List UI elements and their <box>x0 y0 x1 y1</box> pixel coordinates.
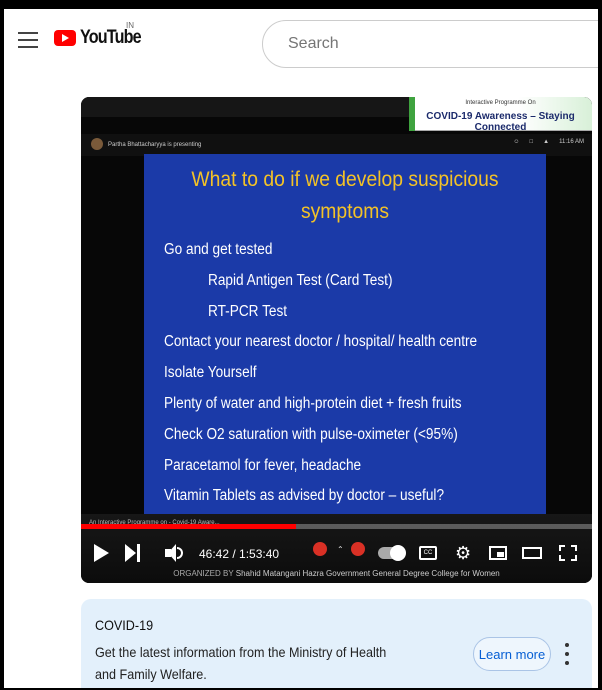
slide-title-line2: symptoms <box>300 200 390 223</box>
slide-point: Plenty of water and high-protein diet + … <box>164 394 462 412</box>
slide-title: What to do if we develop suspicious symp… <box>160 164 530 228</box>
info-panel: COVID-19 Get the latest information from… <box>81 599 592 688</box>
country-code: IN <box>126 21 134 30</box>
presenter-label: Partha Bhattacharyya is presenting <box>108 142 202 148</box>
theater-mode-icon[interactable] <box>522 547 542 559</box>
slide-point: Contact your nearest doctor / hospital/ … <box>164 333 478 351</box>
more-options-icon[interactable] <box>564 643 570 665</box>
chat-icon: □ <box>529 139 534 145</box>
fullscreen-icon[interactable] <box>559 545 577 561</box>
organizer-prefix: ORGANIZED BY <box>173 569 234 578</box>
info-text: Get the latest information from the Mini… <box>95 644 387 682</box>
meeting-controls: ☺ □ ▲ 11:16 AM <box>513 139 584 145</box>
logo-text: YouTube <box>80 27 142 48</box>
meeting-more-icon: ⌃ <box>337 545 344 554</box>
organizer-name: Shahid Matangani Hazra Government Genera… <box>235 569 500 578</box>
meeting-bar: Partha Bhattacharyya is presenting ☺ □ ▲… <box>81 134 592 156</box>
volume-icon[interactable] <box>165 544 183 562</box>
progress-fill <box>81 524 296 529</box>
info-heading: COVID-19 <box>95 617 154 633</box>
slide-point: Paracetamol for fever, headache <box>164 456 362 474</box>
slide-point: RT-PCR Test <box>208 302 288 320</box>
presentation-slide: What to do if we develop suspicious symp… <box>144 154 546 549</box>
menu-icon[interactable] <box>18 32 38 48</box>
people-icon: ☺ <box>513 139 520 145</box>
youtube-play-icon <box>54 30 76 46</box>
activity-icon: ▲ <box>543 139 550 145</box>
banner-subtitle: Interactive Programme On <box>465 100 536 106</box>
learn-more-button[interactable]: Learn more <box>473 637 551 671</box>
youtube-logo[interactable]: YouTube IN <box>54 21 151 49</box>
slide-points: Go and get tested Rapid Antigen Test (Ca… <box>164 235 520 512</box>
slide-title-line1: What to do if we develop suspicious <box>191 168 499 191</box>
browser-frame: YouTube IN Interactive Programme On COVI… <box>0 0 602 690</box>
subtitles-icon[interactable]: CC <box>419 546 437 560</box>
slide-point: Check O2 saturation with pulse-oximeter … <box>164 425 458 443</box>
play-icon[interactable] <box>94 544 109 562</box>
search-input[interactable] <box>262 20 598 68</box>
youtube-header: YouTube IN <box>4 9 598 71</box>
slide-point: Rapid Antigen Test (Card Test) <box>208 271 393 289</box>
mic-off-icon <box>313 542 327 556</box>
player-controls: An Interactive Programme on - Covid-19 A… <box>81 514 592 583</box>
meeting-time: 11:16 AM <box>559 139 584 145</box>
slide-point: Isolate Yourself <box>164 364 257 382</box>
programme-banner: Interactive Programme On COVID-19 Awaren… <box>409 97 592 133</box>
settings-gear-icon[interactable]: ⚙ <box>455 544 473 562</box>
organizer-line: ORGANIZED BY Shahid Matangani Hazra Gove… <box>81 569 592 578</box>
slide-point: Go and get tested <box>164 241 273 258</box>
autoplay-toggle[interactable] <box>378 545 406 561</box>
video-player[interactable]: Interactive Programme On COVID-19 Awaren… <box>81 97 592 583</box>
miniplayer-icon[interactable] <box>489 546 507 560</box>
banner-title: COVID-19 Awareness – Staying Connected <box>426 111 575 133</box>
progress-bar[interactable] <box>81 524 592 529</box>
camera-off-icon <box>351 542 365 556</box>
presenter-avatar <box>91 138 103 150</box>
time-display: 46:42 / 1:53:40 <box>199 547 280 561</box>
slide-point: Vitamin Tablets as advised by doctor – u… <box>164 487 445 505</box>
next-icon[interactable] <box>125 544 143 562</box>
